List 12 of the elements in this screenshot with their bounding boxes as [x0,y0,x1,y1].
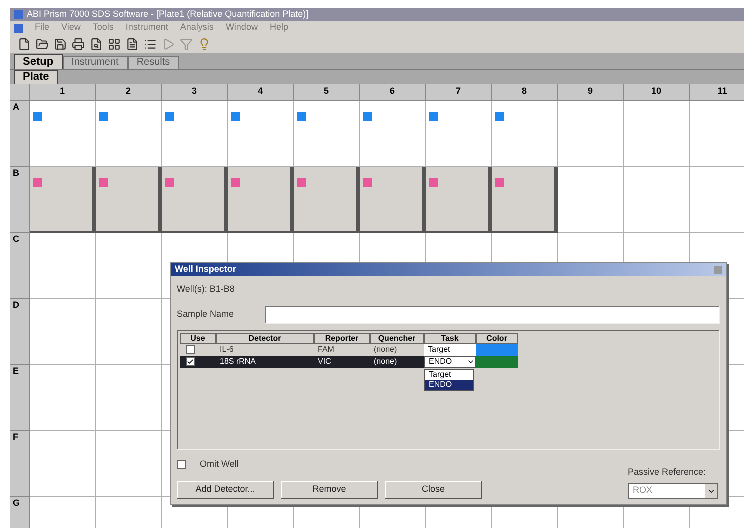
table-cell: (none) [370,344,424,356]
table-cell: VIC [314,356,370,368]
table-cell: (none) [370,356,424,368]
window-title: ABI Prism 7000 SDS Software - [Plate1 (Relative Quantification Plate)] [27,8,309,21]
table-cell: IL-6 [216,344,314,356]
sample-name-label: Sample Name [177,308,236,321]
passive-reference-label: Passive Reference: [628,466,708,478]
dialog-title: Well Inspector [175,262,236,276]
wells-label: Well(s): B1-B8 [177,283,236,296]
table-cell: 18S rRNA [216,356,314,368]
omit-well-label: Omit Well [200,458,239,470]
table-cell: Target [424,344,476,356]
